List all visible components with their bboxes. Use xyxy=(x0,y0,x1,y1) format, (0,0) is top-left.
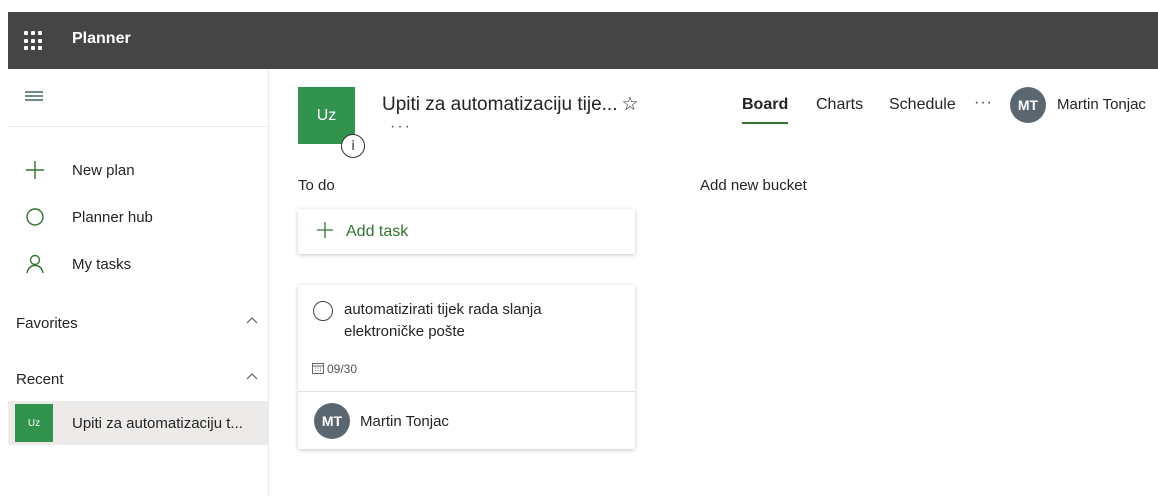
sidebar-item-my-tasks[interactable]: My tasks xyxy=(8,244,268,284)
task-card[interactable]: automatizirati tijek rada slanja elektro… xyxy=(298,285,635,449)
plan-title-text: Upiti za automatizaciju tije... xyxy=(382,94,618,115)
top-bar: Planner xyxy=(0,0,1158,69)
favorites-label: Favorites xyxy=(16,315,78,332)
plan-title[interactable]: Upiti za automatizaciju tije... ☆ xyxy=(382,93,639,116)
tab-schedule[interactable]: Schedule xyxy=(889,96,956,114)
star-icon[interactable]: ☆ xyxy=(622,93,639,115)
task-title[interactable]: automatizirati tijek rada slanja elektro… xyxy=(344,299,614,343)
tab-board[interactable]: Board xyxy=(742,96,788,114)
favorites-section[interactable]: Favorites xyxy=(16,315,266,332)
recent-plan-item[interactable]: Uz Upiti za automatizaciju t... xyxy=(8,401,268,445)
sidebar-item-new-plan[interactable]: New plan xyxy=(8,150,268,190)
sidebar-item-planner-hub[interactable]: Planner hub xyxy=(8,197,268,237)
bucket-title[interactable]: To do xyxy=(298,177,335,194)
sidebar-divider xyxy=(8,126,268,127)
add-bucket-button[interactable]: Add new bucket xyxy=(700,177,807,194)
sidebar-item-label: New plan xyxy=(72,161,135,179)
assignee-name: Martin Tonjac xyxy=(360,413,449,430)
add-task-label: Add task xyxy=(346,222,409,240)
person-icon xyxy=(22,254,48,274)
sidebar-item-label: Planner hub xyxy=(72,208,153,226)
sidebar: New plan Planner hub My tasks Favorites … xyxy=(8,69,269,496)
assignee-avatar[interactable]: MT xyxy=(314,403,350,439)
recent-section[interactable]: Recent xyxy=(16,371,266,388)
task-due-date-text: 09/30 xyxy=(327,362,358,376)
more-options-icon[interactable]: ··· xyxy=(974,94,993,112)
top-bar-inner: Planner xyxy=(8,12,1158,69)
plus-icon xyxy=(22,160,48,180)
user-avatar[interactable]: MT xyxy=(1010,87,1046,123)
app-launcher-icon[interactable] xyxy=(24,31,44,51)
task-due-date[interactable]: 09/30 xyxy=(312,362,357,376)
plan-more-icon[interactable]: ··· xyxy=(390,118,412,136)
active-tab-indicator xyxy=(742,122,788,124)
sidebar-item-label: My tasks xyxy=(72,255,132,273)
circle-icon xyxy=(22,207,48,227)
chevron-up-icon[interactable] xyxy=(246,369,258,383)
plus-icon xyxy=(316,218,334,246)
calendar-icon xyxy=(312,363,324,374)
add-task-button[interactable]: Add task xyxy=(298,209,635,254)
hamburger-icon[interactable] xyxy=(25,91,43,101)
task-complete-checkbox[interactable] xyxy=(313,301,333,321)
info-icon[interactable]: i xyxy=(341,134,365,158)
recent-label: Recent xyxy=(16,371,64,388)
user-name[interactable]: Martin Tonjac xyxy=(1057,96,1146,113)
tab-charts[interactable]: Charts xyxy=(816,96,863,114)
recent-plan-label: Upiti za automatizaciju t... xyxy=(72,414,243,432)
chevron-up-icon[interactable] xyxy=(246,313,258,327)
task-divider xyxy=(298,391,635,392)
plan-avatar: Uz xyxy=(15,404,53,442)
app-title[interactable]: Planner xyxy=(72,30,131,48)
